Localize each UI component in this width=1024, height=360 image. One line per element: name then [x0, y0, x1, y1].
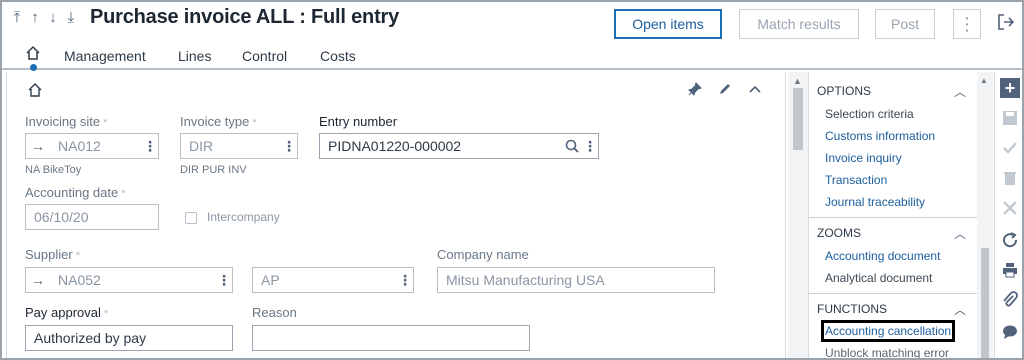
invoicing-site-description: NA BikeToy [25, 164, 82, 176]
print-icon[interactable] [1000, 260, 1020, 280]
tab-management[interactable]: Management [64, 48, 146, 64]
checkmark-icon[interactable] [1000, 138, 1020, 158]
match-results-button[interactable]: Match results [739, 9, 859, 39]
scrollbar-thumb[interactable] [793, 88, 803, 150]
collapse-chevron-icon[interactable] [747, 81, 763, 97]
side-menu-scrollbar[interactable]: ▲ [977, 72, 993, 358]
functions-section-title: FUNCTIONS [817, 302, 887, 316]
tab-control[interactable]: Control [242, 48, 287, 64]
scrollbar-thumb[interactable] [981, 248, 989, 358]
accounting-date-label: Accounting date * [25, 185, 126, 200]
field-menu-icon[interactable]: ⋮ [142, 138, 158, 155]
menu-item-analytical-document[interactable]: Analytical document [825, 271, 932, 285]
comment-icon[interactable] [1000, 322, 1020, 342]
reason-label: Reason [252, 305, 297, 320]
last-record-icon[interactable]: ⤓ [64, 10, 78, 26]
side-menu: OPTIONS ︿ Selection criteria Customs inf… [808, 72, 977, 358]
options-section-title: OPTIONS [817, 84, 872, 98]
close-icon[interactable] [1000, 198, 1020, 218]
reason-field[interactable] [252, 325, 530, 351]
active-tab-indicator [30, 64, 37, 71]
menu-item-accounting-document[interactable]: Accounting document [825, 249, 940, 263]
scroll-up-icon[interactable]: ▲ [980, 76, 988, 85]
more-actions-button[interactable]: ⋮ [953, 9, 981, 39]
field-menu-icon[interactable]: ⋮ [397, 272, 413, 289]
home-tab-icon[interactable] [24, 44, 42, 62]
menu-item-selection-criteria[interactable]: Selection criteria [825, 107, 914, 121]
menu-item-accounting-cancellation[interactable]: Accounting cancellation [820, 320, 956, 342]
tab-lines[interactable]: Lines [178, 48, 211, 64]
menu-item-transaction[interactable]: Transaction [825, 173, 887, 187]
accounting-date-field[interactable]: 06/10/20 [25, 204, 159, 230]
section-divider [809, 293, 977, 294]
company-name-label: Company name [437, 247, 529, 262]
menu-item-invoice-inquiry[interactable]: Invoice inquiry [825, 151, 902, 165]
search-icon[interactable] [564, 138, 582, 154]
first-record-icon[interactable]: ⤒ [10, 10, 24, 26]
invoicing-site-label: Invoicing site * [25, 114, 108, 129]
chevron-up-icon[interactable]: ︿ [954, 225, 966, 242]
arrow-right-icon[interactable]: → [26, 272, 50, 288]
menu-item-customs-information[interactable]: Customs information [825, 129, 935, 143]
main-form-panel: Invoicing site * → NA012 ⋮ NA BikeToy Inv… [6, 72, 786, 358]
entry-number-field[interactable]: PIDNA01220-000002 ⋮ [319, 133, 599, 159]
menu-item-journal-traceability[interactable]: Journal traceability [825, 195, 925, 209]
invoice-type-description: DIR PUR INV [180, 164, 247, 176]
company-name-field[interactable]: Mitsu Manufacturing USA [437, 267, 715, 293]
section-home-icon[interactable] [27, 82, 43, 98]
refresh-icon[interactable] [1000, 230, 1020, 250]
previous-record-icon[interactable]: ↑ [28, 10, 42, 26]
invoice-type-field[interactable]: DIR ⋮ [180, 133, 298, 159]
page-title: Purchase invoice ALL : Full entry [90, 6, 400, 28]
menu-item-unblock-matching-error[interactable]: Unblock matching error [825, 346, 949, 358]
record-navigation: ⤒ ↑ ↓ ⤓ [10, 10, 78, 26]
pay-approval-label: Pay approval * [25, 305, 109, 320]
next-record-icon[interactable]: ↓ [46, 10, 60, 26]
chevron-up-icon[interactable]: ︿ [954, 301, 966, 318]
invoice-type-label: Invoice type * [180, 114, 257, 129]
scroll-up-icon[interactable]: ▲ [793, 76, 802, 86]
add-icon[interactable]: + [1000, 78, 1020, 98]
tab-costs[interactable]: Costs [320, 48, 356, 64]
edit-pencil-icon[interactable] [717, 81, 733, 97]
field-menu-icon[interactable]: ⋮ [216, 272, 232, 289]
post-button[interactable]: Post [875, 9, 935, 39]
invoicing-site-field[interactable]: → NA012 ⋮ [25, 133, 159, 159]
tab-bar: Management Lines Control Costs [2, 42, 1022, 71]
intercompany-checkbox[interactable] [185, 212, 197, 224]
main-scrollbar[interactable]: ▲ [788, 72, 808, 358]
open-items-button[interactable]: Open items [614, 9, 722, 39]
supplier-label: Supplier * [25, 247, 80, 262]
pay-approval-field[interactable]: Authorized by pay [25, 325, 233, 351]
delete-icon[interactable] [1000, 168, 1020, 188]
zooms-section-title: ZOOMS [817, 226, 861, 240]
app-window: ⤒ ↑ ↓ ⤓ Purchase invoice ALL : Full entr… [0, 0, 1024, 360]
supplier-type-field[interactable]: AP ⋮ [252, 267, 414, 293]
attachment-icon[interactable] [1000, 290, 1020, 310]
entry-number-label: Entry number [319, 114, 398, 129]
save-icon[interactable] [1000, 108, 1020, 128]
right-toolbar: + [994, 72, 1022, 358]
pin-icon[interactable] [687, 81, 703, 97]
supplier-field[interactable]: → NA052 ⋮ [25, 267, 233, 293]
exit-icon[interactable] [996, 12, 1016, 32]
arrow-right-icon[interactable]: → [26, 138, 50, 154]
panel-tools [687, 81, 763, 97]
section-divider [809, 217, 977, 218]
field-menu-icon[interactable]: ⋮ [281, 138, 297, 155]
header-bar: ⤒ ↑ ↓ ⤓ Purchase invoice ALL : Full entr… [2, 2, 1022, 42]
intercompany-label: Intercompany [207, 210, 280, 224]
chevron-up-icon[interactable]: ︿ [954, 83, 966, 100]
field-menu-icon[interactable]: ⋮ [582, 138, 598, 155]
